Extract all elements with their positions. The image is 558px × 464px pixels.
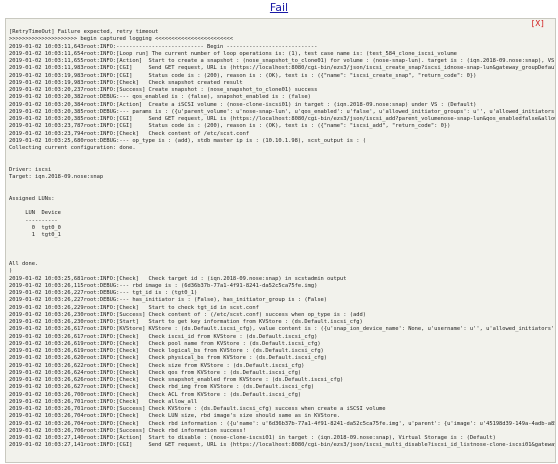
fail-link[interactable]: Fail [0,0,558,16]
log-line: 2019-01-02 10:03:23,794root:INFO:[Check]… [9,130,250,137]
log-line: 2019-01-02 10:03:26,704root:INFO:[Check]… [9,413,341,420]
log-line: 2019-01-02 10:03:20,385root:DEBUG:--- pa… [9,108,555,115]
log-line: Collecting current configuration: done. [9,145,136,151]
log-line: 2019-01-02 10:03:26,617root:INFO:[Check]… [9,333,318,340]
captured-log: [RetryTimeOut] Failure expected, retry t… [9,29,555,462]
log-line: 2019-01-02 10:03:27,141root:INFO:[CGI] S… [9,442,555,449]
log-line: 2019-01-02 10:03:25,680root:DEBUG:--- op… [9,137,366,144]
log-line: 2019-01-02 10:03:20,237root:INFO:[Succes… [9,87,318,93]
log-line: Driver: iscsi [9,166,52,173]
log-line: 2019-01-02 10:03:20,385root:INFO:[CGI] S… [9,116,555,122]
log-line: 2019-01-02 10:03:11,983root:INFO:[CGI] S… [9,65,555,72]
log-line: LUN Device [9,210,61,217]
log-line: 2019-01-02 10:03:26,619root:INFO:[Check]… [9,340,321,347]
log-line: 0 tgt0_0 [9,224,61,231]
log-line: [RetryTimeOut] Failure expected, retry t… [9,29,159,35]
log-line: ) [9,268,13,275]
log-line: 2019-01-02 10:03:26,622root:INFO:[Check]… [9,362,305,369]
log-line: 2019-01-02 10:03:26,230root:INFO:[Start]… [9,319,363,325]
log-line: 2019-01-02 10:03:11,655root:INFO:[Action… [9,58,555,64]
log-line: 2019-01-02 10:03:19,983root:INFO:[CGI] S… [9,72,477,79]
log-line: 2019-01-02 10:03:26,706root:INFO:[Succes… [9,427,246,434]
log-line: 2019-01-02 10:03:20,384root:INFO:[Action… [9,101,477,108]
log-line: Target: iqn.2018-09.nose:snap [9,174,104,180]
log-line: 2019-01-02 10:03:26,227root:DEBUG:--- ha… [9,297,328,304]
log-line: All done. [9,261,39,267]
failure-log-panel: [X] [RetryTimeOut] Failure expected, ret… [5,18,556,463]
log-line: 2019-01-02 10:03:26,227root:DEBUG:--- tg… [9,290,198,296]
log-line: 2019-01-02 10:03:26,619root:INFO:[Check]… [9,348,324,354]
log-line: 2019-01-02 10:03:26,701root:INFO:[Check]… [9,398,198,405]
log-line: >>>>>>>>>>>>>>>>>>>>> begin captured log… [9,36,233,43]
log-line: 2019-01-02 10:03:26,627root:INFO:[Check]… [9,384,315,391]
log-line: 2019-01-02 10:03:26,617root:INFO:[KVStor… [9,326,555,333]
log-line: 2019-01-02 10:03:25,681root:INFO:[Check]… [9,275,347,282]
log-line: 2019-01-02 10:03:26,626root:INFO:[Check]… [9,377,344,383]
log-line: ---------- [9,217,58,224]
log-line: 2019-01-02 10:03:26,704root:INFO:[Check]… [9,420,555,427]
log-line: 2019-01-02 10:03:23,787root:INFO:[CGI] S… [9,123,451,130]
log-line: 2019-01-02 10:03:26,700root:INFO:[Check]… [9,391,302,398]
log-line: 2019-01-02 10:03:20,382root:DEBUG:--- qo… [9,94,311,101]
log-line: 2019-01-02 10:03:27,140root:INFO:[Action… [9,435,496,441]
log-line: 2019-01-02 10:03:26,115root:DEBUG:--- rb… [9,282,318,289]
log-line: 2019-01-02 10:03:11,643root:INFO:-------… [9,43,318,50]
log-line: 2019-01-02 10:03:26,230root:INFO:[Succes… [9,311,366,318]
log-line: 1 tgt0_1 [9,232,61,238]
log-line: 2019-01-02 10:03:26,229root:INFO:[Check]… [9,304,259,311]
close-button[interactable]: [X] [531,19,545,29]
log-line: 2019-01-02 10:03:26,624root:INFO:[Check]… [9,369,302,376]
log-line: 2019-01-02 10:03:26,620root:INFO:[Check]… [9,355,328,362]
log-line: 2019-01-02 10:03:19,983root:INFO:[Check]… [9,79,243,86]
log-line: Assigned LUNs: [9,195,55,202]
log-line: 2019-01-02 10:03:11,654root:INFO:[Loop r… [9,50,457,57]
log-line: 2019-01-02 10:03:26,701root:INFO:[Succes… [9,406,386,412]
